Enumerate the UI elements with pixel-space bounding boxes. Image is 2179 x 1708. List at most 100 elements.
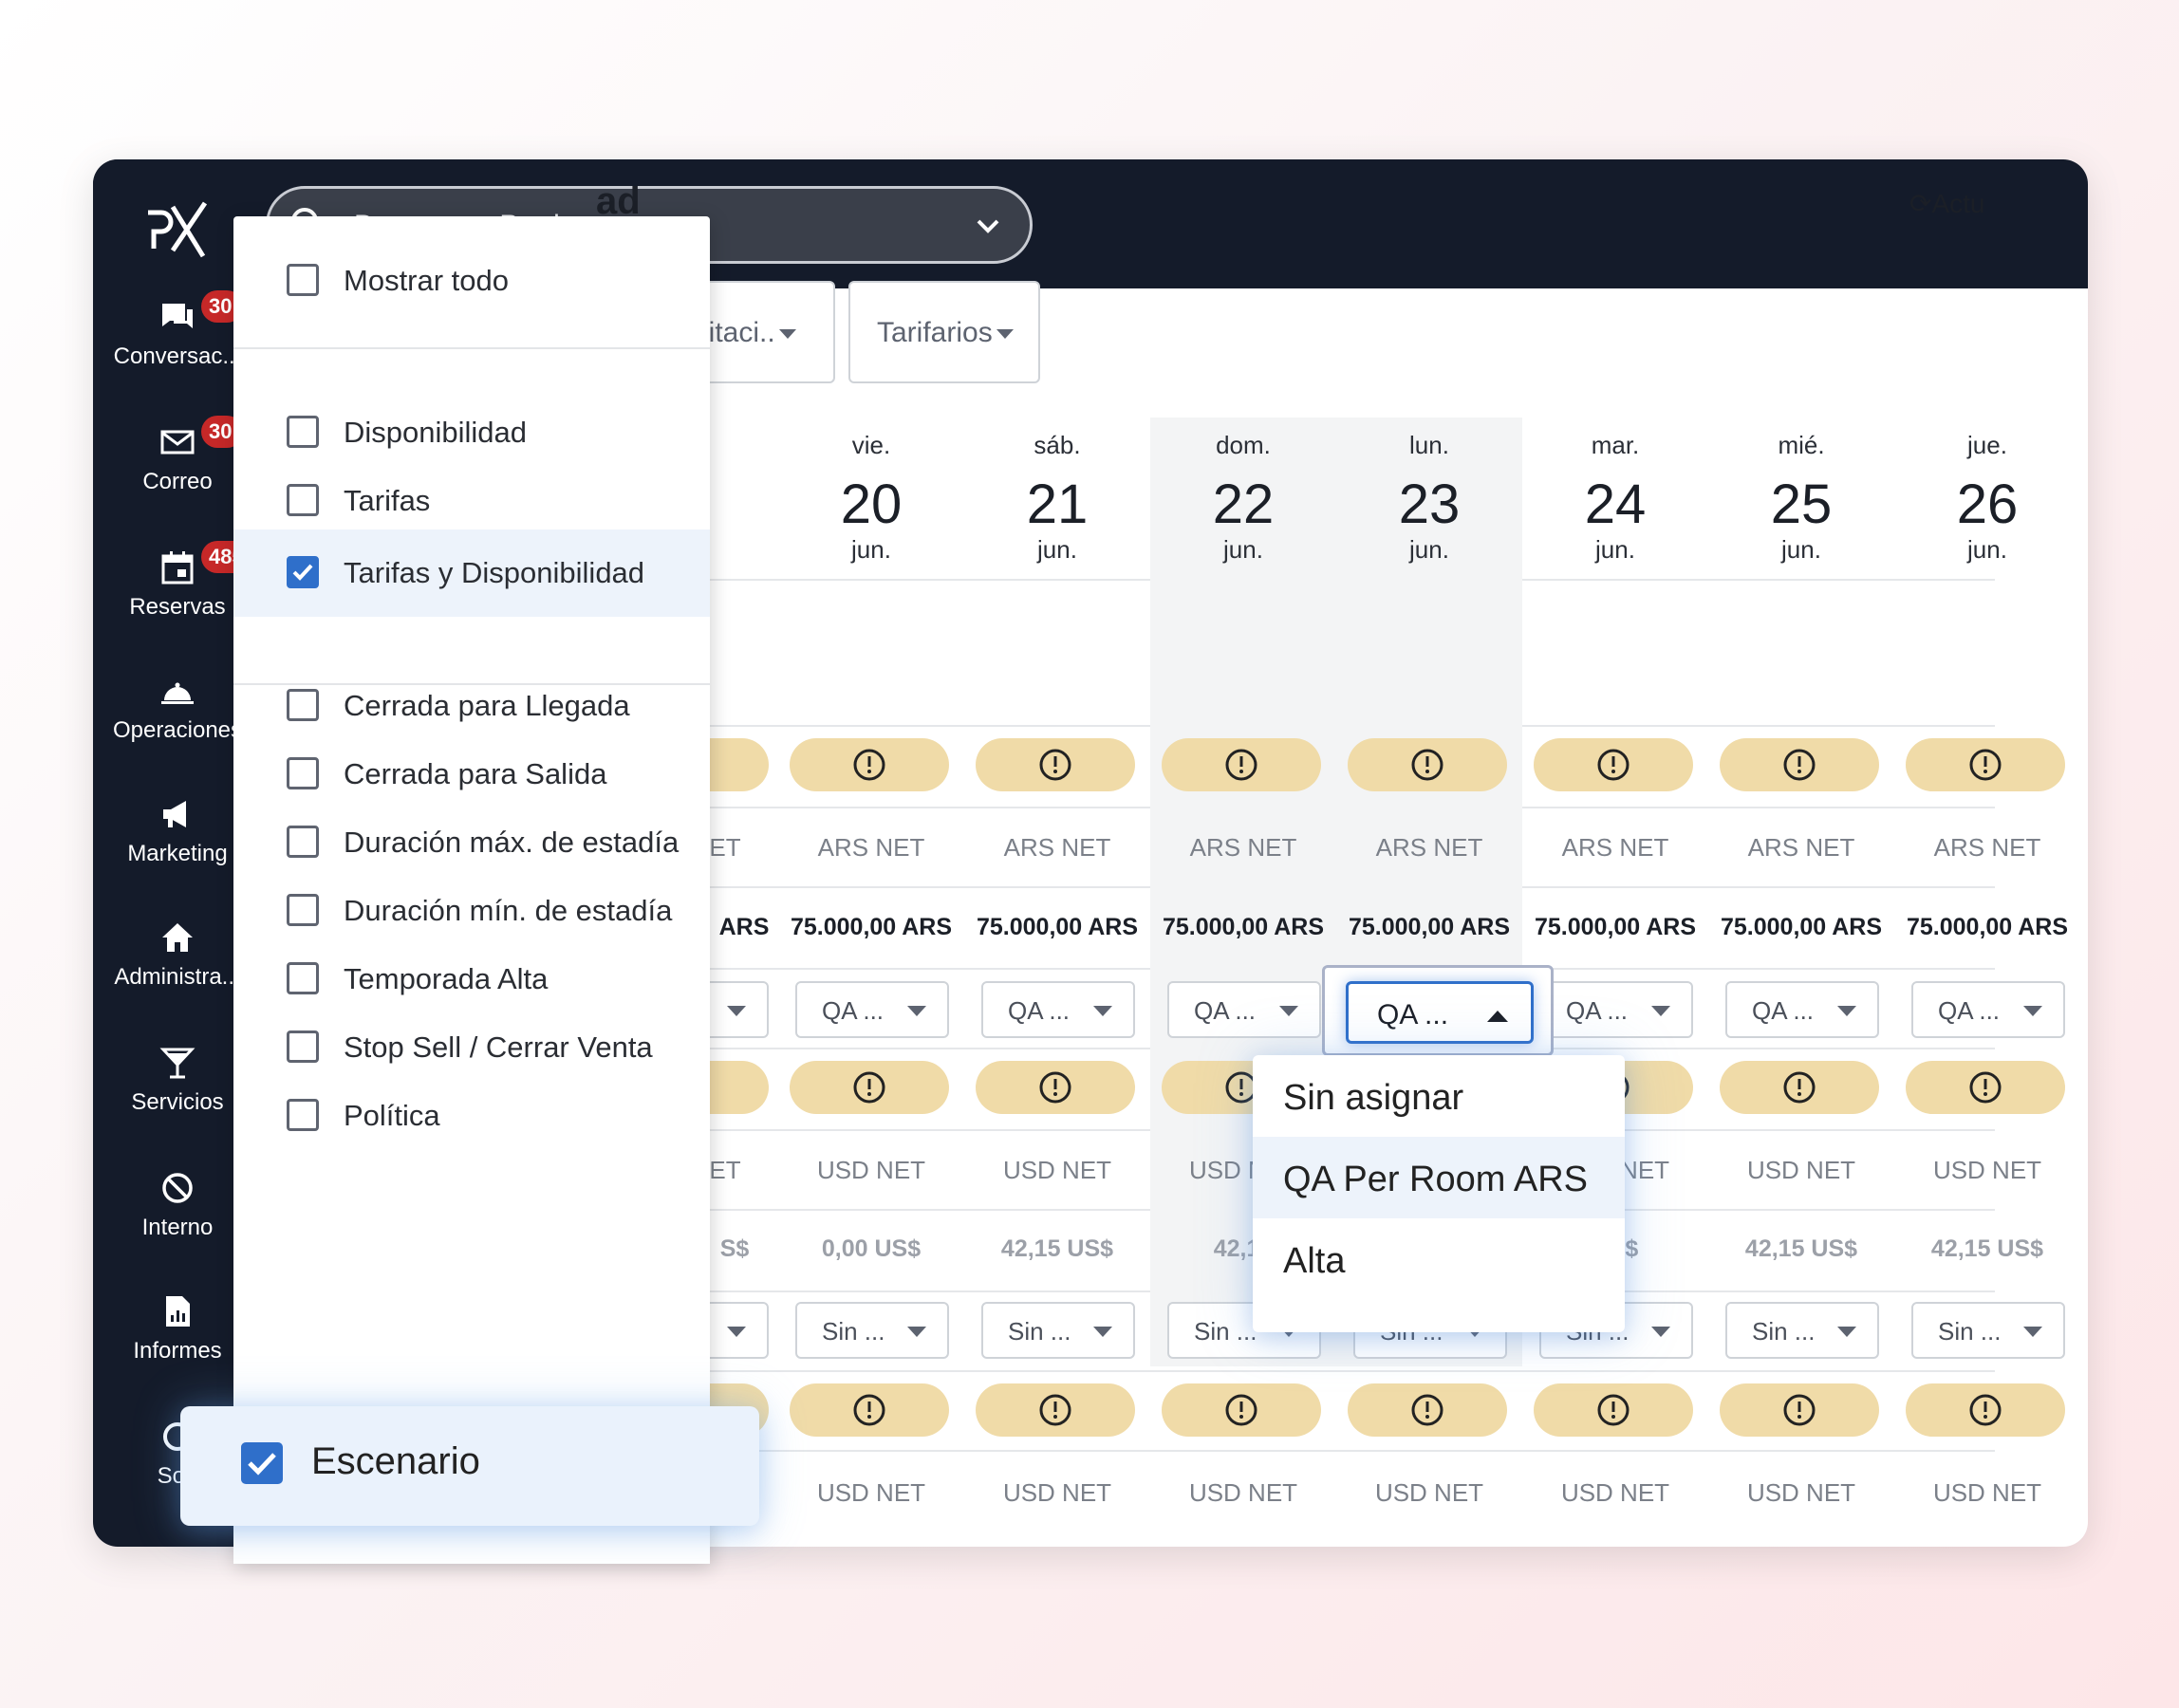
rates-filter[interactable]: Tarifarios [848, 281, 1040, 383]
menu-item-escenario[interactable]: Escenario [180, 1406, 759, 1526]
menu-item-show-all[interactable]: Mostrar todo [233, 237, 710, 325]
menu-item-label: Política [344, 1099, 440, 1132]
scenario-select[interactable]: QA ... [981, 981, 1135, 1038]
checkbox-checked[interactable] [241, 1442, 283, 1484]
rate-select[interactable]: Sin ... [795, 1302, 949, 1359]
select-value: QA ... [1377, 999, 1449, 1030]
rate-select[interactable]: Sin ... [1911, 1302, 2065, 1359]
divider [233, 347, 710, 349]
option-sin-asignar[interactable]: Sin asignar [1253, 1055, 1625, 1137]
status-pill[interactable] [790, 738, 949, 791]
scenario-select[interactable]: QA ... [795, 981, 949, 1038]
month-label: jun. [1223, 535, 1263, 564]
scenario-select[interactable]: QA ... [1167, 981, 1321, 1038]
caret-down-icon [907, 1327, 926, 1337]
currency-label: ARS NET [1933, 833, 2041, 862]
status-pill[interactable] [790, 1383, 949, 1437]
rate-select[interactable]: Sin ... [981, 1302, 1135, 1359]
status-pill[interactable] [1534, 738, 1693, 791]
month-label: jun. [851, 535, 891, 564]
alert-icon [1969, 1394, 2002, 1426]
status-pill[interactable] [1534, 1383, 1693, 1437]
checkbox[interactable] [287, 1099, 319, 1131]
scenario-options: Sin asignar QA Per Room ARS Alta [1253, 1055, 1625, 1332]
status-pill[interactable] [1906, 738, 2065, 791]
status-pill[interactable] [1720, 1061, 1879, 1114]
caret-down-icon [1651, 1006, 1670, 1016]
option-qa-per-room[interactable]: QA Per Room ARS [1253, 1137, 1625, 1218]
scenario-select[interactable]: QA ... [1725, 981, 1879, 1038]
checkbox[interactable] [287, 689, 319, 721]
day-number: 23 [1398, 473, 1461, 535]
menu-item-label: Cerrada para Salida [344, 757, 607, 790]
currency-label: USD NET [1560, 1478, 1670, 1507]
checkbox[interactable] [287, 757, 319, 789]
scenario-select-input[interactable]: QA ... [1346, 981, 1534, 1044]
px-logo[interactable] [144, 197, 211, 264]
day-number: 25 [1770, 473, 1833, 535]
report-icon [166, 1296, 190, 1327]
checkbox[interactable] [287, 1030, 319, 1063]
currency-label: ARS NET [1375, 833, 1483, 862]
currency-label: USD NET [1002, 1156, 1112, 1184]
status-pill[interactable] [1720, 1383, 1879, 1437]
currency-label: USD NET [1746, 1478, 1856, 1507]
alert-icon [1969, 1071, 2002, 1104]
cocktail-icon [159, 1048, 196, 1079]
megaphone-icon [163, 801, 186, 827]
checkbox[interactable] [287, 416, 319, 448]
chat-icon [162, 304, 193, 328]
checkbox[interactable] [287, 484, 319, 516]
status-pill[interactable] [1348, 738, 1507, 791]
status-pill[interactable] [976, 1383, 1135, 1437]
alert-icon [1597, 749, 1630, 781]
checkbox-checked[interactable] [287, 556, 319, 588]
alert-icon [1783, 749, 1816, 781]
checkbox[interactable] [287, 264, 319, 296]
status-pill[interactable] [1720, 738, 1879, 791]
alert-icon [1039, 749, 1071, 781]
checkbox[interactable] [287, 826, 319, 858]
bell-icon [161, 682, 194, 704]
status-pill[interactable] [1162, 1383, 1321, 1437]
chevron-down-icon[interactable] [969, 208, 1007, 246]
option-alta[interactable]: Alta [1253, 1218, 1625, 1300]
rate-select[interactable]: Sin ... [1725, 1302, 1879, 1359]
menu-item-2[interactable]: Tarifas y Disponibilidad [233, 529, 710, 617]
menu-item-label: Cerrada para Llegada [344, 689, 630, 722]
price-value: 75.000,00 ARS [1162, 914, 1325, 940]
day-of-week: mar. [1591, 431, 1640, 459]
caret-down-icon [1093, 1327, 1112, 1337]
alert-icon [1411, 749, 1443, 781]
alert-icon [1783, 1394, 1816, 1426]
view-filter-menu: Mostrar todo Disponibilidad Tarifas Tarifa… [233, 216, 710, 1564]
checkbox[interactable] [287, 894, 319, 926]
menu-item-9[interactable]: Política [233, 1072, 710, 1160]
refresh-icon: ⟳ [1909, 189, 1932, 218]
scenario-select[interactable]: QA ... [1911, 981, 2065, 1038]
scenario-select[interactable]: QA ... [1539, 981, 1693, 1038]
scenario-select-focused[interactable]: QA ... [1322, 965, 1554, 1056]
currency-label: USD NET [1188, 1478, 1298, 1507]
status-pill[interactable] [1348, 1383, 1507, 1437]
menu-item-label: Duración mín. de estadía [344, 894, 673, 927]
menu-item-label: Disponibilidad [344, 416, 528, 449]
month-label: jun. [1781, 535, 1821, 564]
menu-item-label: Mostrar todo [344, 264, 510, 297]
caret-down-icon [1093, 1006, 1112, 1016]
day-column: mié. 25 jun. ARS NET 75.000,00 ARS QA ... USD … [1708, 418, 1894, 1507]
status-pill[interactable] [976, 738, 1135, 791]
select-value: QA ... [1566, 996, 1629, 1025]
status-pill[interactable] [790, 1061, 949, 1114]
status-pill[interactable] [1906, 1061, 2065, 1114]
status-pill[interactable] [976, 1061, 1135, 1114]
status-pill[interactable] [1162, 738, 1321, 791]
currency-label: USD NET [1746, 1156, 1856, 1184]
day-of-week: mié. [1778, 431, 1825, 459]
checkbox[interactable] [287, 962, 319, 994]
divider [233, 683, 710, 685]
status-pill[interactable] [1906, 1383, 2065, 1437]
usd-value: 0,00 US$ [821, 1235, 922, 1262]
select-value: QA ... [1938, 996, 2001, 1025]
refresh-button[interactable]: ⟳Actu [1909, 188, 1985, 219]
